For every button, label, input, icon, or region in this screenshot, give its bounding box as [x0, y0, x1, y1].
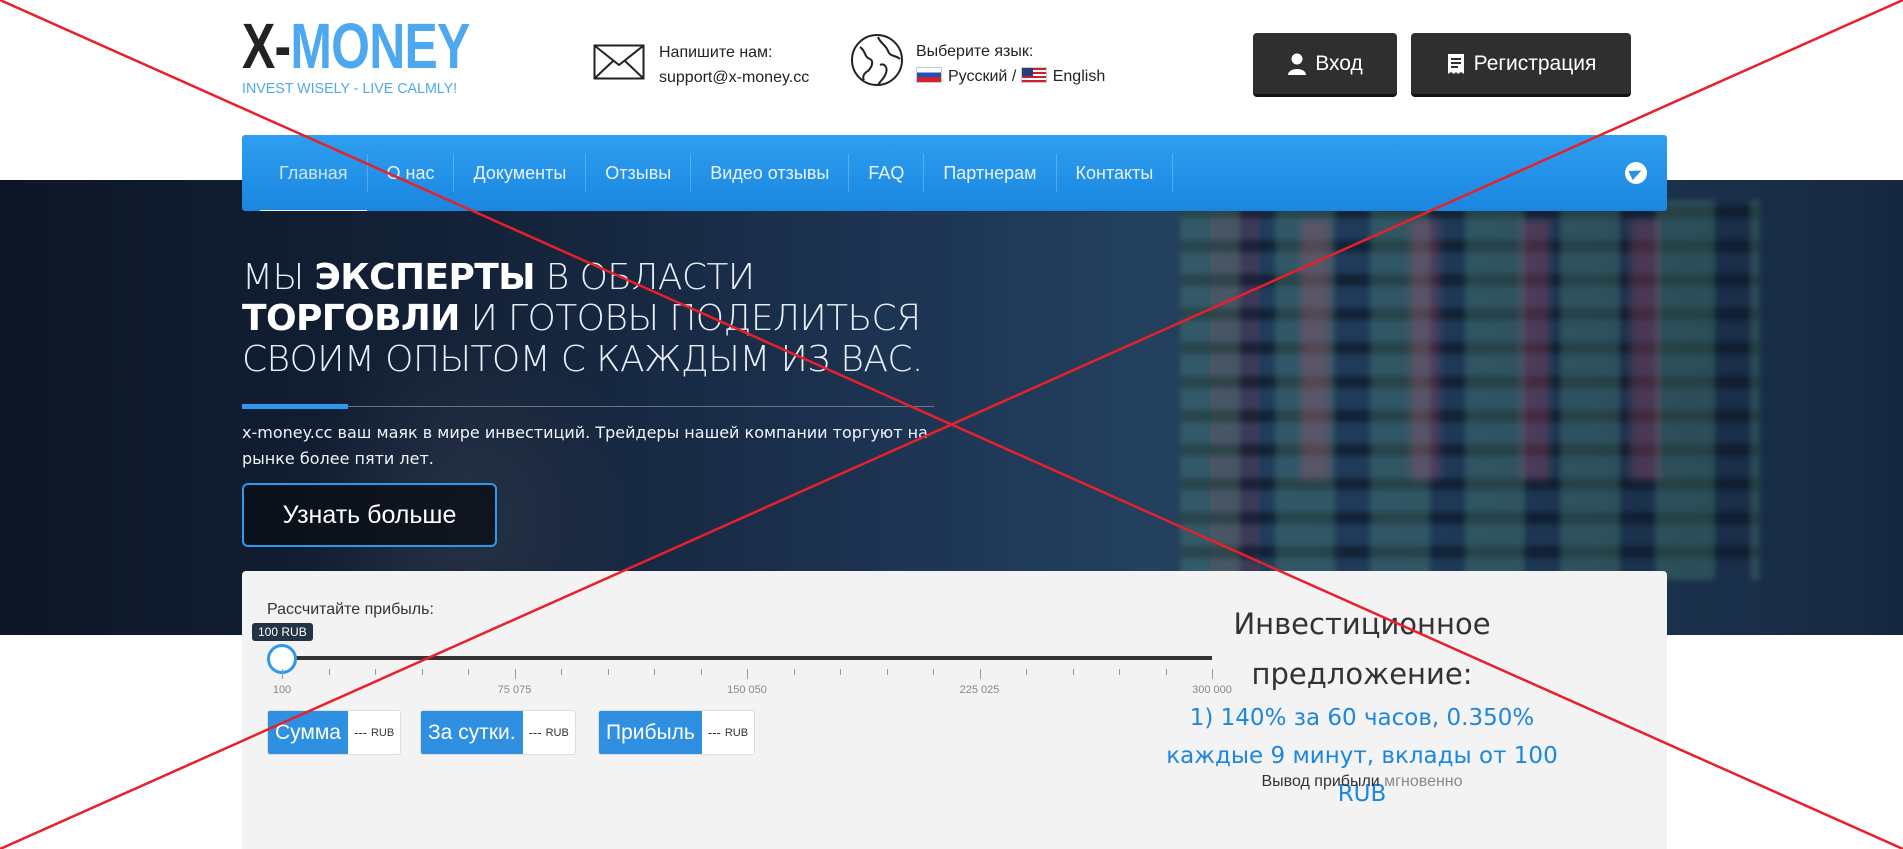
language-separator: / [1011, 68, 1017, 85]
slider-tick [1165, 669, 1167, 675]
slider-tick [561, 669, 562, 675]
register-icon [1447, 53, 1464, 74]
language-selector: Выберите язык: Русский / English [850, 33, 1105, 89]
page: X-MONEY INVEST WISELY - LIVE CALMLY! Нап… [0, 0, 1903, 849]
logo[interactable]: X-MONEY INVEST WISELY - LIVE CALMLY! [242, 14, 534, 97]
register-button[interactable]: Регистрация [1411, 33, 1631, 97]
slider-tick [375, 669, 376, 675]
daily-value: --- [528, 725, 542, 740]
slider-tick [654, 669, 655, 675]
slider-tick [282, 669, 283, 679]
hero-description: x-money.cc ваш маяк в мире инвестиций. Т… [242, 423, 928, 468]
language-label: Выберите язык: [916, 43, 1034, 60]
slider-tick [747, 669, 748, 679]
contact-label: Напишите нам: [659, 44, 773, 61]
slider-tick [1072, 669, 1074, 675]
slider-tick [1026, 669, 1027, 675]
slider-tick [328, 669, 330, 675]
amount-slider-track[interactable] [282, 656, 1212, 660]
contact-block: Напишите нам: support@x-money.cc [593, 40, 809, 90]
slider-tick [840, 669, 841, 675]
login-label: Вход [1315, 51, 1363, 75]
learn-more-button[interactable]: Узнать больше [242, 483, 497, 547]
daily-caption: За сутки. [421, 711, 523, 754]
mail-icon [593, 44, 645, 80]
nav-item-contacts[interactable]: Контакты [1057, 154, 1174, 192]
language-ru-link[interactable]: Русский [948, 68, 1007, 85]
nav-item-partners[interactable]: Партнерам [924, 154, 1057, 192]
nav-item-faq[interactable]: FAQ [849, 154, 925, 192]
slider-tick [607, 669, 609, 675]
amount-value: --- [353, 725, 367, 740]
offer-note: Вывод прибыли мгновенно [1261, 773, 1463, 790]
telegram-icon[interactable] [1625, 162, 1647, 184]
logo-tagline: INVEST WISELY - LIVE CALMLY! [242, 80, 458, 97]
flag-ru-icon [916, 67, 942, 83]
amount-caption: Сумма [268, 711, 348, 754]
hero-background-glow [1300, 220, 1700, 480]
slider-tick-label: 150 050 [727, 684, 767, 696]
nav-item-reviews[interactable]: Отзывы [586, 154, 692, 192]
slider-tick [1119, 669, 1120, 675]
slider-tick [468, 669, 469, 675]
daily-box: За сутки. --- RUB [420, 710, 576, 755]
nav-item-home[interactable]: Главная [260, 154, 368, 211]
offer-title: Инвестиционное предложение: [1233, 607, 1491, 691]
slider-tick-label: 100 [272, 684, 292, 696]
slider-tick [514, 669, 516, 679]
slider-tick [979, 669, 981, 679]
calculator-panel: Рассчитайте прибыль: 100 RUB 100 75 075 15… [242, 571, 1667, 849]
language-en-link[interactable]: English [1053, 68, 1105, 85]
login-button[interactable]: Вход [1253, 33, 1397, 97]
amount-box: Сумма --- RUB [267, 710, 402, 755]
slider-tick [421, 669, 423, 675]
profit-value: --- [707, 725, 721, 740]
nav-item-about[interactable]: О нас [368, 154, 455, 192]
profit-unit: RUB [724, 726, 749, 739]
slider-tick [793, 669, 795, 675]
slider-tick [700, 669, 702, 675]
profit-box: Прибыль --- RUB [598, 710, 756, 755]
slider-tick-label: 75 075 [497, 684, 532, 696]
slider-tick-label: 225 025 [959, 684, 1000, 696]
support-email-link[interactable]: support@x-money.cc [659, 65, 809, 90]
slider-tick [886, 669, 888, 675]
offer-description: 1) 140% за 60 часов, 0.350% каждые 9 мин… [1166, 705, 1558, 807]
main-nav: Главная О нас Документы Отзывы Видео отз… [242, 135, 1667, 211]
user-icon [1288, 53, 1307, 75]
hero-title: МЫ ЭКСПЕРТЫ В ОБЛАСТИ ТОРГОВЛИ И ГОТОВЫ … [242, 257, 923, 380]
nav-item-documents[interactable]: Документы [454, 154, 587, 192]
daily-unit: RUB [545, 726, 569, 739]
nav-item-video-reviews[interactable]: Видео отзывы [691, 154, 850, 192]
profit-caption: Прибыль [599, 711, 702, 754]
globe-icon [851, 34, 903, 86]
hero-divider-accent [242, 404, 348, 409]
slider-tick [933, 669, 934, 675]
slider-tooltip: 100 RUB [252, 623, 313, 641]
amount-unit: RUB [370, 726, 395, 739]
logo-wordmark: X-MONEY [242, 10, 470, 82]
register-label: Регистрация [1473, 51, 1597, 75]
flag-us-icon [1020, 67, 1047, 83]
calculator-label: Рассчитайте прибыль: [267, 601, 434, 618]
